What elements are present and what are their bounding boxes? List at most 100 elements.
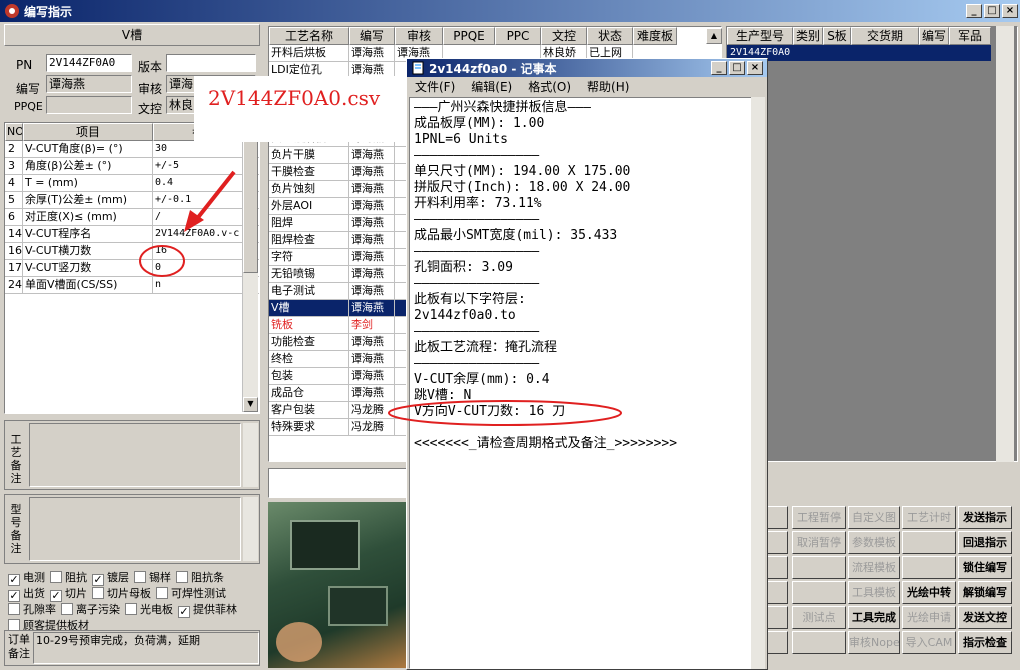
process-col-header[interactable]: 状态 xyxy=(587,27,633,45)
action-button[interactable] xyxy=(792,631,846,654)
notepad-menu-item[interactable]: 格式(O) xyxy=(520,78,579,95)
checkbox-option[interactable]: 阻抗条 xyxy=(176,571,224,584)
action-button[interactable]: 指示检查 xyxy=(958,631,1012,654)
action-button[interactable]: 回退指示 xyxy=(958,531,1012,554)
checkbox-checked-icon[interactable]: ✓ xyxy=(8,574,20,586)
process-col-header[interactable]: PPQE xyxy=(443,27,495,45)
process-col-header[interactable]: 审核 xyxy=(395,27,443,45)
action-button[interactable] xyxy=(902,531,956,554)
process-scroll-up-icon[interactable]: ▲ xyxy=(706,28,722,44)
notepad-menu-item[interactable]: 文件(F) xyxy=(407,78,463,95)
process-writer: 谭海燕 xyxy=(349,164,395,180)
checkbox-option[interactable]: ✓ 电测 xyxy=(8,571,45,586)
action-button[interactable]: 光绘申请 xyxy=(902,606,956,629)
checkbox-option[interactable]: 锡样 xyxy=(134,571,171,584)
action-button[interactable]: 工艺计时 xyxy=(902,506,956,529)
param-value[interactable]: 30 xyxy=(153,141,241,157)
checkbox-option[interactable]: 孔隙率 xyxy=(8,603,56,616)
action-button[interactable]: 发送指示 xyxy=(958,506,1012,529)
action-button[interactable]: 流程模板 xyxy=(848,556,900,579)
checkbox-option[interactable]: ✓ 出货 xyxy=(8,587,45,602)
craft-remarks-scrollbar[interactable] xyxy=(243,423,258,487)
process-col-header[interactable]: 难度板 xyxy=(633,27,677,45)
checkbox-option[interactable]: 光电板 xyxy=(125,603,173,616)
checkbox-checked-icon[interactable]: ✓ xyxy=(92,574,104,586)
version-field[interactable] xyxy=(166,54,256,72)
orders-col-header[interactable]: 编写 xyxy=(919,27,949,45)
search-input[interactable] xyxy=(268,468,408,498)
action-button[interactable]: 审核Nope xyxy=(848,631,900,654)
action-button[interactable]: 光绘中转 xyxy=(902,581,956,604)
action-button[interactable]: 自定义图 xyxy=(848,506,900,529)
action-button[interactable]: 锁住编写 xyxy=(958,556,1012,579)
action-button[interactable]: 工具完成 xyxy=(848,606,900,629)
pn-field[interactable]: 2V144ZF0A0 xyxy=(46,54,132,72)
process-writer: 谭海燕 xyxy=(349,232,395,248)
checkbox-option[interactable]: ✓ 切片 xyxy=(50,587,87,602)
checkbox-row: ✓ 出货 ✓ 切片 切片母板 可焊性测试 xyxy=(8,586,260,602)
order-note-label: 订单备注 xyxy=(8,633,30,660)
ppqe-field[interactable] xyxy=(46,96,132,114)
craft-remarks-input[interactable] xyxy=(29,423,241,487)
process-col-header[interactable]: 文控 xyxy=(541,27,587,45)
writer-field[interactable]: 谭海燕 xyxy=(46,75,132,93)
checkbox-option[interactable]: 阻抗 xyxy=(50,571,87,584)
checkbox-checked-icon[interactable]: ✓ xyxy=(50,590,62,602)
checkbox-empty-icon[interactable] xyxy=(156,587,168,599)
orders-col-header[interactable]: 军品 xyxy=(949,27,991,45)
checkbox-empty-icon[interactable] xyxy=(125,603,137,615)
orders-scrollbar[interactable] xyxy=(996,26,1014,462)
action-button[interactable]: 参数模板 xyxy=(848,531,900,554)
model-remarks-input[interactable] xyxy=(29,497,241,561)
action-button[interactable] xyxy=(792,581,846,604)
process-writer: 谭海燕 xyxy=(349,181,395,197)
checkbox-empty-icon[interactable] xyxy=(61,603,73,615)
order-note-text[interactable]: 10-29号预审完成，负荷满，延期 xyxy=(33,632,259,664)
minimize-button[interactable]: _ xyxy=(966,4,982,18)
checkbox-checked-icon[interactable]: ✓ xyxy=(178,606,190,618)
orders-col-header[interactable]: S板 xyxy=(823,27,851,45)
action-button[interactable]: 工具模板 xyxy=(848,581,900,604)
notepad-menu-item[interactable]: 编辑(E) xyxy=(463,78,520,95)
col-no[interactable]: NO xyxy=(5,123,23,141)
tab-vgroove[interactable]: V槽 xyxy=(4,24,260,46)
scroll-down-icon[interactable]: ▼ xyxy=(243,397,258,412)
notepad-scrollbar[interactable] xyxy=(751,97,765,669)
action-button[interactable]: 取消暂停 xyxy=(792,531,846,554)
process-col-header[interactable]: 工艺名称 xyxy=(269,27,349,45)
checkbox-checked-icon[interactable]: ✓ xyxy=(8,590,20,602)
action-button[interactable]: 发送文控 xyxy=(958,606,1012,629)
checkbox-option[interactable]: 切片母板 xyxy=(92,587,151,600)
notepad-close-button[interactable]: × xyxy=(747,61,763,75)
notepad-menu-item[interactable]: 帮助(H) xyxy=(579,78,637,95)
action-button[interactable]: 工程暂停 xyxy=(792,506,846,529)
action-button[interactable]: 测试点 xyxy=(792,606,846,629)
action-button[interactable] xyxy=(792,556,846,579)
checkbox-empty-icon[interactable] xyxy=(50,571,62,583)
orders-col-header[interactable]: 交货期 xyxy=(851,27,919,45)
maximize-button[interactable]: □ xyxy=(984,4,1000,18)
process-col-header[interactable]: 编写 xyxy=(349,27,395,45)
checkbox-empty-icon[interactable] xyxy=(134,571,146,583)
close-button[interactable]: × xyxy=(1002,4,1018,18)
orders-col-header[interactable]: 生产型号 xyxy=(727,27,793,45)
orders-col-header[interactable]: 类别 xyxy=(793,27,823,45)
param-item: V-CUT程序名 xyxy=(23,226,153,242)
checkbox-option[interactable]: 离子污染 xyxy=(61,603,120,616)
checkbox-option[interactable]: ✓ 提供菲林 xyxy=(178,603,237,618)
checkbox-empty-icon[interactable] xyxy=(92,587,104,599)
checkbox-empty-icon[interactable] xyxy=(8,603,20,615)
checkbox-option[interactable]: ✓ 镀层 xyxy=(92,571,129,586)
col-item[interactable]: 项目 xyxy=(23,123,153,141)
process-col-header[interactable]: PPC xyxy=(495,27,541,45)
checkbox-empty-icon[interactable] xyxy=(176,571,188,583)
model-remarks-scrollbar[interactable] xyxy=(243,497,258,561)
notepad-text-area[interactable]: ———广州兴森快捷拼板信息——— 成品板厚(MM): 1.00 1PNL=6 Uni… xyxy=(409,97,753,669)
action-button[interactable]: 解锁编写 xyxy=(958,581,1012,604)
notepad-minimize-button[interactable]: _ xyxy=(711,61,727,75)
action-button[interactable]: 导入CAM xyxy=(902,631,956,654)
checkbox-option[interactable]: 可焊性测试 xyxy=(156,587,226,600)
notepad-maximize-button[interactable]: □ xyxy=(729,61,745,75)
action-button[interactable] xyxy=(902,556,956,579)
params-row[interactable]: 2 V-CUT角度(β)= (°) 30 xyxy=(5,141,259,158)
